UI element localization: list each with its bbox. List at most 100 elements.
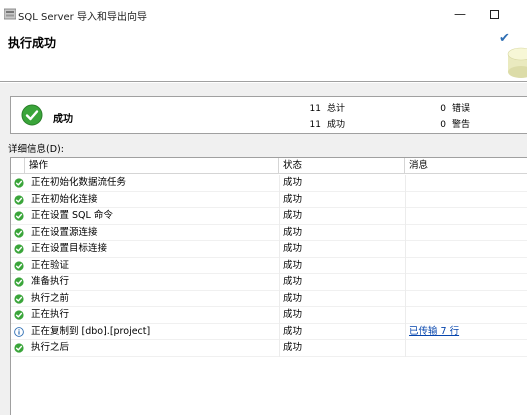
stat-success: 11 成功 bbox=[309, 117, 345, 130]
stat-warning-label: 警告 bbox=[452, 120, 471, 130]
row-action: 正在设置目标连接 bbox=[31, 243, 108, 254]
column-divider bbox=[279, 224, 280, 241]
stat-total-label: 总计 bbox=[327, 104, 346, 114]
wizard-graphic-icon bbox=[507, 47, 527, 78]
success-check-icon bbox=[14, 244, 24, 254]
column-divider bbox=[279, 307, 280, 324]
column-divider bbox=[279, 241, 280, 258]
stat-error: 0 错误 bbox=[434, 101, 470, 114]
success-check-icon bbox=[14, 260, 24, 271]
minimize-button[interactable]: — bbox=[445, 4, 475, 24]
column-divider bbox=[279, 257, 280, 274]
minimize-icon: — bbox=[454, 7, 466, 21]
success-check-icon bbox=[14, 277, 24, 287]
summary-status-label: 成功 bbox=[53, 114, 73, 125]
table-row[interactable]: 正在初始化数据流任务 成功 bbox=[11, 175, 527, 192]
row-status: 成功 bbox=[283, 193, 303, 205]
info-icon bbox=[14, 326, 24, 337]
row-status: 成功 bbox=[283, 325, 303, 337]
table-row[interactable]: 执行之后 成功 bbox=[11, 340, 527, 357]
table-row[interactable]: 正在设置 SQL 命令 成功 bbox=[11, 208, 527, 225]
maximize-icon bbox=[489, 10, 499, 19]
row-action: 正在验证 bbox=[31, 259, 70, 271]
table-row[interactable]: 正在设置目标连接 成功 bbox=[11, 241, 527, 258]
table-rows: 正在初始化数据流任务 成功 正在初始化连接 成功 正在设置 SQL 命令 成功 正在设置源连… bbox=[11, 175, 527, 357]
stat-warning-count: 0 bbox=[440, 120, 446, 130]
table-row[interactable]: 正在验证 成功 bbox=[11, 257, 527, 274]
column-divider bbox=[405, 340, 406, 357]
column-divider bbox=[279, 191, 280, 208]
column-divider bbox=[405, 290, 406, 307]
details-table[interactable]: 操作 状态 消息 正在初始化数据流任务 成功 正在初始化连接 成功 正在设置 SQL 命… bbox=[10, 157, 527, 415]
success-check-icon bbox=[21, 104, 43, 126]
row-action: 正在复制到 [dbo].[project] bbox=[31, 325, 151, 337]
row-status: 成功 bbox=[283, 276, 303, 287]
stat-total-count: 11 bbox=[309, 104, 321, 114]
details-label: 详细信息(D): bbox=[8, 144, 64, 155]
column-divider bbox=[405, 241, 406, 258]
column-divider bbox=[405, 257, 406, 274]
stat-error-count: 0 bbox=[440, 104, 446, 114]
column-divider bbox=[279, 208, 280, 225]
row-status: 成功 bbox=[283, 226, 303, 238]
column-divider bbox=[405, 307, 406, 324]
row-status: 成功 bbox=[283, 210, 303, 221]
row-action: 正在初始化连接 bbox=[31, 193, 98, 205]
row-status: 成功 bbox=[283, 292, 303, 304]
row-action: 正在设置 SQL 命令 bbox=[31, 210, 113, 221]
maximize-button[interactable] bbox=[479, 4, 509, 24]
row-status: 成功 bbox=[283, 309, 303, 320]
row-action: 执行之后 bbox=[31, 342, 70, 353]
row-action: 执行之前 bbox=[31, 292, 70, 304]
table-row[interactable]: 准备执行 成功 bbox=[11, 274, 527, 291]
column-divider bbox=[279, 290, 280, 307]
stat-warning: 0 警告 bbox=[434, 117, 470, 130]
summary-panel: 成功 11 总计 11 成功 0 错误 0 警告 bbox=[10, 96, 527, 134]
column-header-status[interactable]: 状态 bbox=[279, 158, 405, 174]
column-divider bbox=[405, 274, 406, 291]
table-row[interactable]: 正在设置源连接 成功 bbox=[11, 224, 527, 241]
table-row[interactable]: 正在复制到 [dbo].[project] 成功 已传输 7 行 bbox=[11, 323, 527, 340]
row-action: 正在设置源连接 bbox=[31, 226, 98, 238]
row-status: 成功 bbox=[283, 259, 303, 271]
column-divider bbox=[279, 175, 280, 192]
row-message-link[interactable]: 已传输 7 行 bbox=[409, 324, 459, 340]
table-row[interactable]: 正在执行 成功 bbox=[11, 307, 527, 324]
column-divider bbox=[405, 208, 406, 225]
app-icon bbox=[4, 8, 16, 20]
header-icon-column bbox=[11, 158, 25, 174]
row-action: 正在执行 bbox=[31, 309, 70, 320]
stat-error-label: 错误 bbox=[452, 104, 471, 114]
table-row[interactable]: 执行之前 成功 bbox=[11, 290, 527, 307]
page-title: 执行成功 bbox=[8, 36, 57, 50]
column-divider bbox=[279, 274, 280, 291]
row-action: 正在初始化数据流任务 bbox=[31, 177, 127, 188]
column-divider bbox=[405, 224, 406, 241]
row-status: 成功 bbox=[283, 243, 303, 254]
stat-success-label: 成功 bbox=[327, 120, 346, 130]
title-bar: SQL Server 导入和导出向导 — bbox=[0, 0, 527, 30]
stat-total: 11 总计 bbox=[309, 101, 345, 114]
column-divider bbox=[279, 323, 280, 340]
row-action: 准备执行 bbox=[31, 276, 70, 287]
success-check-icon bbox=[14, 227, 24, 238]
success-check-icon bbox=[14, 194, 24, 205]
stat-success-count: 11 bbox=[309, 120, 321, 130]
table-header: 操作 状态 消息 bbox=[11, 158, 527, 174]
success-check-icon bbox=[14, 293, 24, 304]
column-divider bbox=[279, 340, 280, 357]
column-header-action[interactable]: 操作 bbox=[25, 158, 279, 174]
column-header-message[interactable]: 消息 bbox=[405, 158, 527, 174]
page-header: 执行成功 ✔ bbox=[0, 30, 527, 80]
success-check-icon bbox=[14, 343, 24, 353]
column-divider bbox=[405, 175, 406, 192]
row-status: 成功 bbox=[283, 342, 303, 353]
table-row[interactable]: 正在初始化连接 成功 bbox=[11, 191, 527, 208]
column-divider bbox=[405, 323, 406, 340]
success-check-icon bbox=[14, 211, 24, 221]
row-status: 成功 bbox=[283, 177, 303, 188]
window-title: SQL Server 导入和导出向导 bbox=[18, 12, 147, 23]
success-check-icon bbox=[14, 310, 24, 320]
success-check-icon bbox=[14, 178, 24, 188]
column-divider bbox=[405, 191, 406, 208]
